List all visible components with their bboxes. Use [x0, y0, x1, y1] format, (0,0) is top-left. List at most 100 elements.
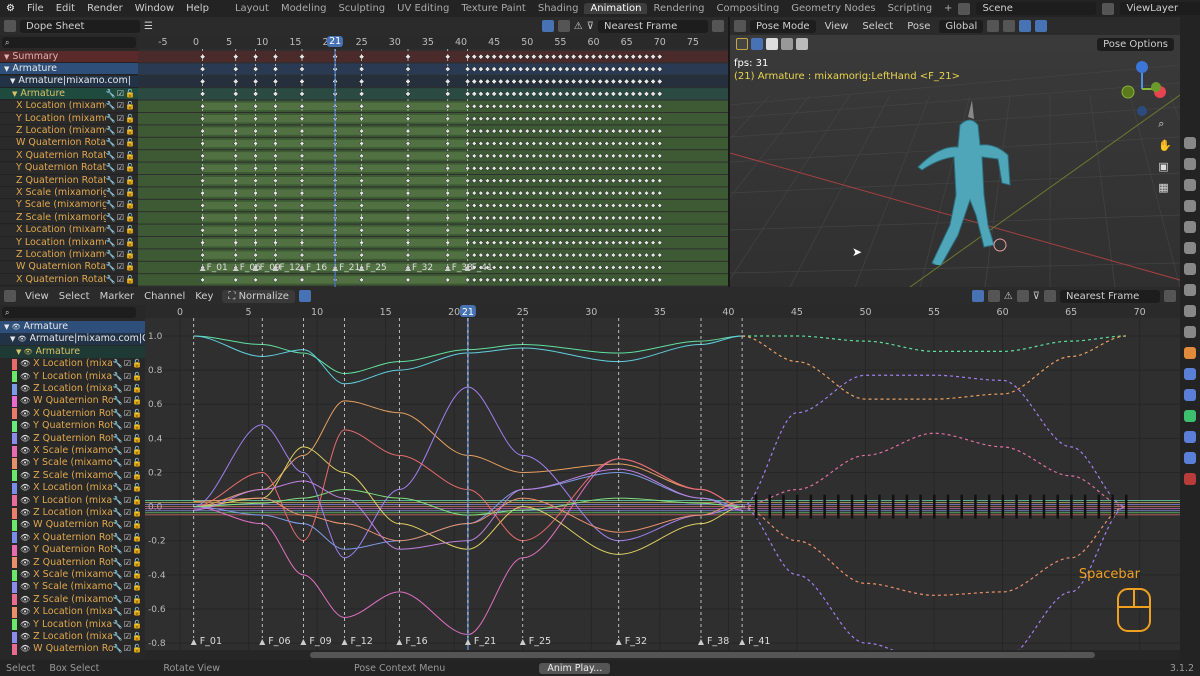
dopesheet-channel-fcurve[interactable]: X Location (mixamorig:Hips)🔧☑🔓 — [0, 100, 138, 113]
graph-channel-fcurve[interactable]: 👁Z Quaternion Rotation🔧☑🔓 — [0, 557, 145, 569]
graph-channel-fcurve[interactable]: 👁Y Scale (mixamorig)🔧☑🔓 — [0, 457, 145, 469]
dopesheet-mode-selector[interactable]: Dope Sheet — [20, 19, 140, 33]
scene-selector[interactable]: Scene — [976, 2, 1097, 15]
camera-icon[interactable]: ▣ — [1158, 160, 1172, 173]
dopesheet-channel-fcurve[interactable]: Y Scale (mixamorig:Hips)🔧☑🔓 — [0, 199, 138, 212]
menu-file[interactable]: File — [21, 3, 50, 14]
channel-controls-icons[interactable]: 🔧☑🔓 — [106, 175, 138, 186]
properties-tab-icon[interactable] — [1184, 368, 1196, 380]
graph-channel-fcurve[interactable]: 👁Y Location (mixamorig)🔧☑🔓 — [0, 495, 145, 507]
channel-controls-icons[interactable]: 🔧☑🔓 — [106, 138, 138, 149]
properties-tab-icon[interactable] — [1184, 179, 1196, 191]
pan-hand-icon[interactable]: ✋ — [1158, 139, 1172, 152]
graph-menu-marker[interactable]: Marker — [95, 290, 140, 303]
select-extend-icon[interactable] — [766, 38, 778, 50]
eye-icon[interactable]: 👁 — [20, 606, 30, 618]
eye-icon[interactable]: 👁 — [20, 445, 30, 457]
dopesheet-channel-fcurve[interactable]: Z Quaternion Rotation🔧☑🔓 — [0, 175, 138, 187]
workspace-tab-animation[interactable]: Animation — [584, 3, 648, 14]
eye-icon[interactable]: 👁 — [20, 532, 30, 544]
properties-tab-icon[interactable] — [1184, 431, 1196, 443]
dopesheet-channel-fcurve[interactable]: X Scale (mixamorig:Hips)🔧☑🔓 — [0, 187, 138, 200]
viewport-menu-select[interactable]: Select — [857, 20, 898, 33]
channel-controls-icons[interactable]: 🔧☑🔓 — [106, 150, 138, 161]
dopesheet-channel-fcurve[interactable]: Z Location (mixamorig:Hips)🔧☑🔓 — [0, 125, 138, 138]
channel-controls-icons[interactable]: 🔧☑🔓 — [113, 519, 145, 531]
graph-snap-selector[interactable]: Nearest Frame — [1060, 289, 1160, 303]
dopesheet-channel-fcurve[interactable]: W Quaternion Rotation🔧☑🔓 — [0, 261, 138, 274]
eye-icon[interactable]: 👁 — [20, 482, 30, 494]
eye-icon[interactable]: 👁 — [20, 470, 30, 482]
dopesheet-channel-fcurve[interactable]: X Location (mixamorig)🔧☑🔓 — [0, 224, 138, 237]
channel-controls-icons[interactable]: 🔧☑🔓 — [113, 371, 145, 383]
eye-icon[interactable]: 👁 — [20, 519, 30, 531]
eye-icon[interactable]: 👁 — [20, 557, 30, 569]
eye-icon[interactable]: 👁 — [20, 594, 30, 606]
channel-controls-icons[interactable]: 🔧☑🔓 — [113, 358, 145, 370]
select-invert-icon[interactable] — [796, 38, 808, 50]
eye-icon[interactable]: 👁 — [20, 433, 30, 445]
graph-channel-fcurve[interactable]: 👁Y Quaternion Rotation🔧☑🔓 — [0, 544, 145, 556]
workspace-tab-rendering[interactable]: Rendering — [647, 3, 710, 14]
dopesheet-channel-fcurve[interactable]: X Quaternion Rotation🔧☑🔓 — [0, 150, 138, 163]
dopesheet-channel-action[interactable]: ▼ Armature|mixamo.com| — [0, 75, 138, 88]
workspace-tab-layout[interactable]: Layout — [229, 3, 275, 14]
expand-arrow-icon[interactable]: ▼ 👁 — [4, 321, 21, 333]
properties-tab-icon[interactable] — [1184, 242, 1196, 254]
graph-area[interactable]: 1.0 0.8 0.6 0.4 0.2 0.0 -0.2 -0.4 -0.6 -0.8 0 5 10 15… — [145, 305, 1180, 650]
menu-icon[interactable]: ☰ — [144, 21, 153, 32]
dopesheet-channel-fcurve[interactable]: Y Quaternion Rotation🔧☑🔓 — [0, 162, 138, 175]
properties-tab-icon[interactable] — [1184, 221, 1196, 233]
channel-controls-icons[interactable]: 🔧☑🔓 — [113, 395, 145, 407]
graph-hscroll-track[interactable] — [145, 650, 1180, 660]
properties-tab-icon[interactable] — [1184, 326, 1196, 338]
workspace-tab-modeling[interactable]: Modeling — [275, 3, 333, 14]
eye-icon[interactable]: 👁 — [20, 408, 30, 420]
view-layer-icon[interactable] — [1102, 2, 1115, 15]
graph-channel-fcurve[interactable]: 👁Z Location (mixamorig)🔧☑🔓 — [0, 631, 145, 643]
dopesheet-channel-fcurve[interactable]: Y Location (mixamorig:Hips)🔧☑🔓 — [0, 113, 138, 125]
graph-channel-fcurve[interactable]: 👁X Location (mixamorig)🔧☑🔓 — [0, 482, 145, 494]
pivot-icon[interactable] — [1044, 290, 1056, 302]
dopesheet-channel-fcurve[interactable]: W Quaternion Rotation🔧☑🔓 — [0, 137, 138, 150]
scene-icon[interactable] — [958, 2, 971, 15]
hidden-icon[interactable] — [987, 290, 1000, 302]
channel-controls-icons[interactable]: 🔧☑🔓 — [106, 163, 138, 174]
pose-options-dropdown[interactable]: Pose Options — [1097, 38, 1174, 51]
channel-controls-icons[interactable]: 🔧☑🔓 — [106, 274, 138, 285]
graph-channel-fcurve[interactable]: 👁X Location (mixamorig)🔧☑🔓 — [0, 606, 145, 618]
graph-channel-fcurve[interactable]: 👁Y Location (mixamorig)🔧☑🔓 — [0, 619, 145, 631]
channel-controls-icons[interactable]: 🔧☑🔓 — [106, 237, 138, 248]
eye-icon[interactable]: 👁 — [20, 495, 30, 507]
eye-icon[interactable]: 👁 — [20, 383, 30, 395]
eye-icon[interactable]: 👁 — [20, 569, 30, 581]
view-layer-selector[interactable]: ViewLayer — [1120, 2, 1200, 15]
properties-tab-icon[interactable] — [1184, 389, 1196, 401]
properties-tab-icon[interactable] — [1184, 158, 1196, 170]
expand-arrow-icon[interactable]: ▼ 👁 — [10, 333, 27, 345]
dopesheet-channel-object[interactable]: ▼ Armature — [0, 63, 138, 76]
workspace-tab-add[interactable]: + — [938, 3, 958, 14]
menu-render[interactable]: Render — [81, 3, 129, 14]
shading-icon[interactable] — [1035, 20, 1048, 32]
expand-arrow-icon[interactable]: ▼ 👁 — [16, 346, 33, 358]
dopesheet-channel-fcurve[interactable]: Z Scale (mixamorig:Hips)🔧☑🔓 — [0, 212, 138, 225]
expand-arrow-icon[interactable]: ▼ — [4, 63, 9, 74]
graph-channel-fcurve[interactable]: 👁Z Scale (mixamorig)🔧☑🔓 — [0, 470, 145, 482]
channel-controls-icons[interactable]: 🔧☑🔓 — [106, 200, 138, 211]
channel-controls-icons[interactable]: 🔧☑🔓 — [113, 507, 145, 519]
properties-tab-icon[interactable] — [1184, 452, 1196, 464]
dopesheet-channel-fcurve[interactable]: Y Location (mixamorig)🔧☑🔓 — [0, 237, 138, 249]
snap-selector[interactable]: Nearest Frame — [598, 19, 708, 33]
channel-controls-icons[interactable]: 🔧☑🔓 — [113, 383, 145, 395]
eye-icon[interactable]: 👁 — [20, 420, 30, 432]
only-selected-icon[interactable] — [971, 290, 984, 302]
channel-controls-icons[interactable]: 🔧☑🔓 — [113, 557, 145, 569]
graph-channel-fcurve[interactable]: 👁Y Quaternion Rotation🔧☑🔓 — [0, 420, 145, 432]
select-mode-icon[interactable] — [751, 38, 763, 50]
eye-icon[interactable]: 👁 — [20, 457, 30, 469]
normalize-toggle[interactable]: ⛶ Normalize — [222, 289, 295, 303]
channel-controls-icons[interactable]: 🔧☑🔓 — [113, 544, 145, 556]
channel-controls-icons[interactable]: 🔧☑🔓 — [113, 594, 145, 606]
ghost-curves-icon[interactable] — [1016, 290, 1029, 302]
